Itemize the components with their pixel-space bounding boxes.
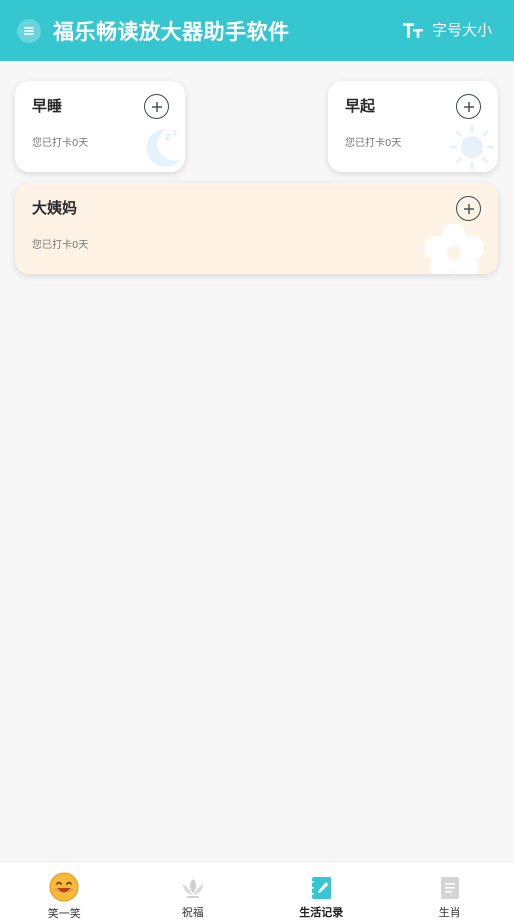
card-title: 早起 — [345, 97, 376, 115]
card-title: 早睡 — [32, 97, 63, 115]
nav-item-zodiac[interactable]: 生肖 — [386, 862, 514, 921]
document-icon — [440, 877, 459, 899]
plus-icon — [463, 203, 474, 214]
card-wake[interactable]: 早起 您已打卡0天 — [328, 81, 498, 172]
nav-label: 生肖 — [438, 906, 461, 919]
font-size-icon — [402, 22, 423, 38]
add-checkin-button[interactable] — [456, 196, 481, 221]
plus-icon — [463, 101, 474, 112]
font-size-button[interactable]: 字号大小 — [402, 19, 492, 40]
sun-icon — [449, 124, 495, 170]
menu-button[interactable] — [17, 19, 41, 43]
add-checkin-button[interactable] — [144, 94, 169, 119]
smile-emoji-icon — [49, 872, 79, 902]
nav-item-life-record[interactable]: 生活记录 — [257, 862, 386, 921]
add-checkin-button[interactable] — [456, 94, 481, 119]
menu-icon — [24, 27, 34, 35]
notebook-pen-icon — [310, 877, 332, 899]
bottom-navigation: 笑一笑 祝福 生活记录 生肖 — [0, 861, 514, 921]
nav-label: 生活记录 — [299, 906, 344, 919]
nav-item-smile[interactable]: 笑一笑 — [0, 862, 129, 921]
flower-icon — [424, 223, 484, 274]
font-size-label: 字号大小 — [431, 21, 492, 39]
card-subtitle: 您已打卡0天 — [345, 138, 402, 149]
lotus-icon — [182, 879, 203, 898]
svg-text:z: z — [173, 128, 177, 137]
card-title: 大姨妈 — [32, 199, 78, 217]
app-header: 福乐畅读放大器助手软件 字号大小 — [0, 0, 514, 61]
app-title: 福乐畅读放大器助手软件 — [53, 20, 290, 44]
svg-text:z: z — [165, 131, 171, 143]
nav-label: 祝福 — [181, 906, 204, 919]
card-subtitle: 您已打卡0天 — [32, 240, 89, 251]
card-subtitle: 您已打卡0天 — [32, 138, 89, 149]
nav-label: 笑一笑 — [47, 907, 81, 920]
nav-item-blessing[interactable]: 祝福 — [129, 862, 258, 921]
plus-icon — [151, 101, 162, 112]
moon-icon: z z — [146, 128, 181, 167]
card-period[interactable]: 大姨妈 您已打卡0天 — [15, 183, 498, 274]
card-sleep[interactable]: 早睡 您已打卡0天 z z — [15, 81, 185, 172]
